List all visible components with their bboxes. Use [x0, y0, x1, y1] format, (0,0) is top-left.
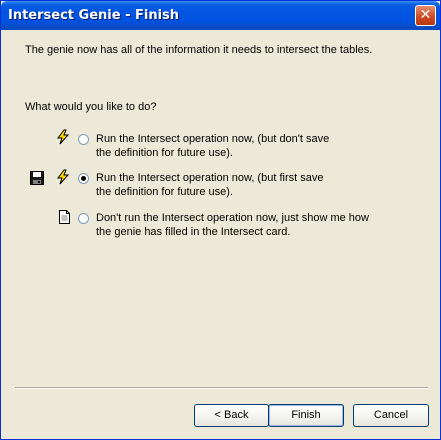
intersect-genie-dialog: Intersect Genie - Finish ✕ The genie now…	[0, 0, 441, 440]
document-icon	[57, 209, 73, 225]
option-show-card-radio[interactable]	[78, 213, 89, 224]
intro-text: The genie now has all of the information…	[25, 44, 373, 56]
dialog-body: The genie now has all of the information…	[4, 30, 437, 437]
finish-button[interactable]: Finish	[268, 404, 344, 427]
option-run-no-save-line1: Run the Intersect operation now, (but do…	[96, 133, 330, 145]
lightning-icon	[55, 169, 71, 185]
close-icon: ✕	[419, 7, 432, 23]
close-button[interactable]: ✕	[415, 5, 436, 26]
lightning-icon	[55, 129, 71, 145]
button-separator	[15, 387, 428, 389]
save-disk-icon	[29, 170, 45, 186]
option-run-no-save-label[interactable]: Run the Intersect operation now, (but do…	[96, 132, 329, 160]
title-bar[interactable]: Intersect Genie - Finish ✕	[1, 1, 440, 30]
option-run-and-save-line2: the definition for future use).	[96, 186, 233, 198]
option-run-and-save-line1: Run the Intersect operation now, (but fi…	[96, 172, 324, 184]
option-show-card-line2: the genie has filled in the Intersect ca…	[96, 226, 291, 238]
window-title: Intersect Genie - Finish	[8, 8, 180, 23]
option-show-card-line1: Don't run the Intersect operation now, j…	[96, 212, 369, 224]
option-run-no-save-radio[interactable]	[78, 134, 89, 145]
option-run-no-save-line2: the definition for future use).	[96, 147, 233, 159]
question-text: What would you like to do?	[25, 101, 157, 113]
option-show-card-label[interactable]: Don't run the Intersect operation now, j…	[96, 211, 369, 239]
option-run-and-save-label[interactable]: Run the Intersect operation now, (but fi…	[96, 171, 323, 199]
cancel-button[interactable]: Cancel	[353, 404, 429, 427]
option-run-and-save-radio[interactable]	[78, 173, 89, 184]
back-button[interactable]: < Back	[194, 404, 269, 427]
